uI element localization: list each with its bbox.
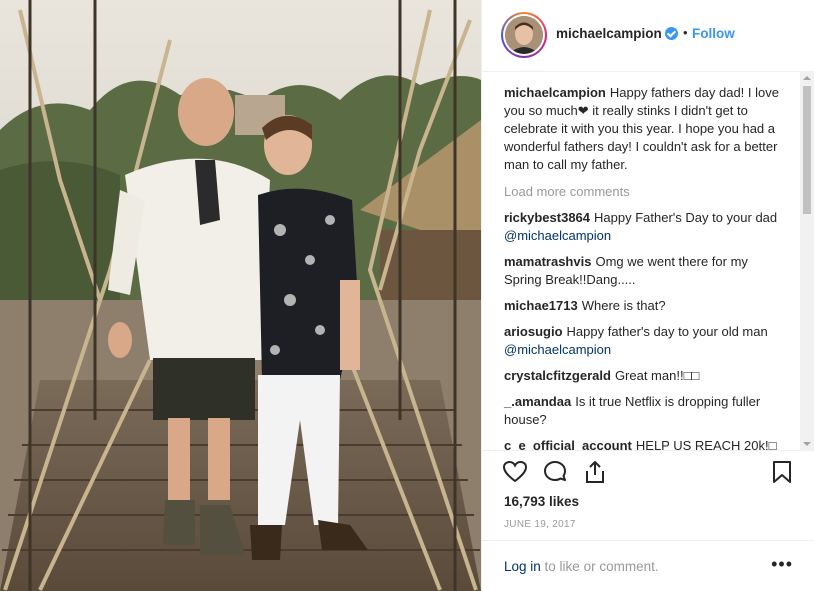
post-header: michaelcampion • Follow bbox=[482, 0, 814, 72]
likes-count[interactable]: 16,793 likes bbox=[504, 494, 579, 509]
comment-item: rickybest3864 Happy Father's Day to your … bbox=[504, 209, 782, 245]
avatar-image bbox=[505, 16, 543, 54]
add-comment-section: Log in to like or comment. ••• bbox=[482, 540, 814, 591]
comment-username[interactable]: michae1713 bbox=[504, 298, 578, 313]
actions-bar: 16,793 likes JUNE 19, 2017 bbox=[482, 450, 814, 548]
comments-scrollbar[interactable] bbox=[800, 72, 814, 450]
comment-text: Great man!!□□ bbox=[614, 368, 700, 383]
comment-icon[interactable] bbox=[542, 459, 568, 485]
comment-username[interactable]: mamatrashvis bbox=[504, 254, 591, 269]
comment-item: michae1713 Where is that? bbox=[504, 297, 782, 315]
login-prompt-text: to like or comment. bbox=[540, 559, 659, 574]
photo-illustration bbox=[0, 0, 481, 591]
more-options-icon[interactable]: ••• bbox=[771, 554, 793, 575]
caption-username[interactable]: michaelcampion bbox=[504, 85, 606, 100]
bookmark-icon[interactable] bbox=[769, 459, 795, 485]
comment-mention[interactable]: @michaelcampion bbox=[504, 228, 611, 243]
separator-dot: • bbox=[683, 25, 688, 40]
comment-item: _.amandaa Is it true Netflix is dropping … bbox=[504, 393, 782, 429]
avatar-ring bbox=[503, 14, 545, 56]
comment-username[interactable]: rickybest3864 bbox=[504, 210, 590, 225]
share-icon[interactable] bbox=[582, 459, 608, 485]
comment-text: HELP US REACH 20k!□ bbox=[635, 438, 777, 450]
scroll-up-arrow-icon[interactable] bbox=[803, 76, 811, 80]
comment-username[interactable]: _.amandaa bbox=[504, 394, 571, 409]
comment-username[interactable]: c_e_official_account bbox=[504, 438, 632, 450]
verified-badge-icon bbox=[665, 27, 678, 40]
load-more-comments-button[interactable]: Load more comments bbox=[504, 184, 782, 199]
comments-list[interactable]: michaelcampion Happy fathers day dad! I l… bbox=[482, 72, 802, 450]
heart-icon[interactable] bbox=[502, 459, 528, 485]
comment-mention[interactable]: @michaelcampion bbox=[504, 342, 611, 357]
comment-item: mamatrashvis Omg we went there for my Spr… bbox=[504, 253, 782, 289]
avatar-illustration bbox=[505, 16, 543, 54]
post-panel: michaelcampion • Follow michaelcampion Ha… bbox=[481, 0, 814, 591]
comment-text: Where is that? bbox=[581, 298, 666, 313]
comment-text: Happy Father's Day to your dad bbox=[594, 210, 778, 225]
follow-button[interactable]: Follow bbox=[692, 26, 735, 41]
comment-username[interactable]: crystalcfitzgerald bbox=[504, 368, 611, 383]
caption: michaelcampion Happy fathers day dad! I l… bbox=[504, 84, 782, 174]
header-username[interactable]: michaelcampion bbox=[556, 26, 662, 41]
post-photo[interactable] bbox=[0, 0, 481, 591]
comment-item: c_e_official_account HELP US REACH 20k!□ bbox=[504, 437, 782, 450]
comment-username[interactable]: ariosugio bbox=[504, 324, 563, 339]
avatar[interactable] bbox=[501, 12, 547, 58]
scroll-down-arrow-icon[interactable] bbox=[803, 442, 811, 446]
comment-item: ariosugio Happy father's day to your old … bbox=[504, 323, 782, 359]
comment-text: Happy father's day to your old man bbox=[566, 324, 768, 339]
login-prompt: Log in to like or comment. bbox=[504, 559, 659, 574]
comment-item: crystalcfitzgerald Great man!!□□ bbox=[504, 367, 782, 385]
login-link[interactable]: Log in bbox=[504, 559, 541, 574]
scrollbar-thumb[interactable] bbox=[803, 86, 811, 214]
post-date[interactable]: JUNE 19, 2017 bbox=[504, 519, 576, 530]
